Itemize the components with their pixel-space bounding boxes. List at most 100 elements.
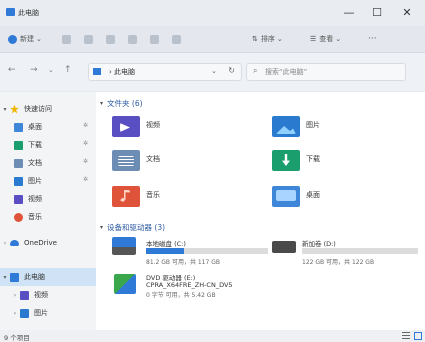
address-path: › 此电脑 [109,68,136,76]
share-icon [150,34,159,44]
video-icon [20,290,29,300]
large-icons-view-button[interactable] [414,332,422,340]
minimize-button[interactable]: — [336,4,362,20]
folder-label: 下载 [306,155,320,163]
search-placeholder: 搜索“此电脑” [265,68,308,76]
music-icon [14,212,23,222]
close-button[interactable]: ✕ [394,4,420,20]
sort-button[interactable]: ⇅ 排序 ⌄ [252,33,283,45]
pc-icon [10,272,19,282]
dvd-drive-icon [114,274,136,294]
delete-icon [172,34,181,44]
sidebar-item-label: 音乐 [28,213,42,221]
picture-icon [20,308,29,318]
search-input[interactable]: ⌕ 搜索“此电脑” [246,63,406,81]
folder-label: 桌面 [306,191,320,199]
address-bar[interactable]: › 此电脑 ⌄ ↻ [88,63,242,81]
delete-button[interactable] [172,33,184,45]
folder-label: 音乐 [146,191,160,199]
folder-label: 图片 [306,121,320,129]
navigation-pane: ▾ 快速访问 桌面 ✲ 下载 ✲ 文档 ✲ 图片 ✲ 视频 音乐 › OneDr… [0,92,96,330]
desktop-icon [14,122,23,132]
drive-icon [272,241,296,253]
chevron-right-icon[interactable]: › [10,310,20,317]
drive-free-text: 0 字节 可用，共 5.42 GB [146,292,216,299]
refresh-icon[interactable]: ↻ [228,66,235,75]
sidebar-item-label: 下载 [28,141,42,149]
recent-locations-button[interactable]: ⌄ [48,66,54,74]
drive-usage-bar [146,248,268,254]
cut-button[interactable] [62,33,74,45]
sidebar-item-label: OneDrive [24,239,57,247]
pin-icon: ✲ [82,140,88,147]
title-bar: 此电脑 — ☐ ✕ [0,0,425,26]
maximize-button[interactable]: ☐ [364,4,390,20]
sidebar-item-label: 此电脑 [24,273,45,281]
drive-free-text: 81.2 GB 可用，共 117 GB [146,259,220,266]
paste-button[interactable] [106,33,118,45]
copy-button[interactable] [84,33,96,45]
cloud-icon [10,240,19,246]
sidebar-item-videos-pc[interactable]: › 视频 [0,286,96,304]
command-bar: 新建 ⌄ ⇅ 排序 ⌄ ☰ 查看 ⌄ ··· [0,26,425,53]
rename-button[interactable] [128,33,140,45]
back-button[interactable]: ← [8,65,16,75]
sidebar-item-quick-access[interactable]: ▾ 快速访问 [0,100,96,118]
folder-label: 文档 [146,155,160,163]
pc-icon [6,8,15,16]
cut-icon [62,34,71,44]
status-bar: 9 个项目 [0,330,425,342]
chevron-down-icon[interactable]: ▾ [0,274,10,281]
sidebar-item-pictures-pc[interactable]: › 图片 [0,304,96,322]
sidebar-item-pictures[interactable]: 图片 ✲ [0,172,96,190]
drive-name: 本地磁盘 (C:) [146,240,186,248]
pc-icon [93,68,101,75]
chevron-down-icon[interactable]: ⌄ [211,67,217,75]
rename-icon [128,34,137,44]
folders-section-header[interactable]: ▾ 文件夹 (6) [100,98,143,109]
details-view-button[interactable] [402,332,410,340]
view-button[interactable]: ☰ 查看 ⌄ [310,33,341,45]
sidebar-item-desktop[interactable]: 桌面 ✲ [0,118,96,136]
drive-free-text: 122 GB 可用，共 122 GB [302,259,375,266]
sidebar-item-videos[interactable]: 视频 [0,190,96,208]
sidebar-item-label: 图片 [28,177,42,185]
address-row: ← → ⌄ ↑ › 此电脑 ⌄ ↻ ⌕ 搜索“此电脑” [0,53,425,91]
sidebar-item-downloads[interactable]: 下载 ✲ [0,136,96,154]
chevron-down-icon[interactable]: ▾ [0,106,10,113]
pin-icon: ✲ [82,122,88,129]
new-button[interactable]: 新建 ⌄ [8,33,42,45]
drive-usage-bar [302,248,418,254]
drives-section-header[interactable]: ▾ 设备和驱动器 (3) [100,222,165,233]
more-button[interactable]: ··· [368,33,377,45]
drive-volume-label: CPRA_X64FRE_ZH-CN_DV5 [146,281,233,289]
item-count: 9 个项目 [4,334,30,342]
sidebar-item-label: 图片 [34,309,48,317]
chevron-right-icon[interactable]: › [0,240,10,247]
chevron-down-icon: ▾ [100,100,104,107]
up-button[interactable]: ↑ [64,65,72,75]
forward-button[interactable]: → [30,65,38,75]
sidebar-item-label: 快速访问 [24,105,52,113]
share-button[interactable] [150,33,162,45]
music-folder-icon [112,186,140,207]
new-label: 新建 [20,35,34,43]
file-explorer-window: 此电脑 — ☐ ✕ 新建⌄ ⇅ 排序⌄ ☰ 查看⌄ ··· ← → ⌄ ↑ [0,0,425,342]
paste-icon [106,34,115,44]
chevron-down-icon: ▾ [100,224,104,231]
search-icon: ⌕ [253,66,258,75]
video-icon [14,194,23,204]
document-icon [14,158,23,168]
chevron-right-icon[interactable]: › [10,292,20,299]
folder-label: 视频 [146,121,160,129]
section-title: 文件夹 (6) [107,99,143,108]
sidebar-item-label: 视频 [34,291,48,299]
sidebar-item-label: 桌面 [28,123,42,131]
download-icon [14,140,23,150]
drive-usage-fill [146,248,184,254]
sidebar-item-onedrive[interactable]: › OneDrive [0,234,96,252]
sort-label: 排序 [260,35,275,43]
sidebar-item-documents[interactable]: 文档 ✲ [0,154,96,172]
sidebar-item-music[interactable]: 音乐 [0,208,96,226]
sidebar-item-this-pc[interactable]: ▾ 此电脑 [0,268,96,286]
